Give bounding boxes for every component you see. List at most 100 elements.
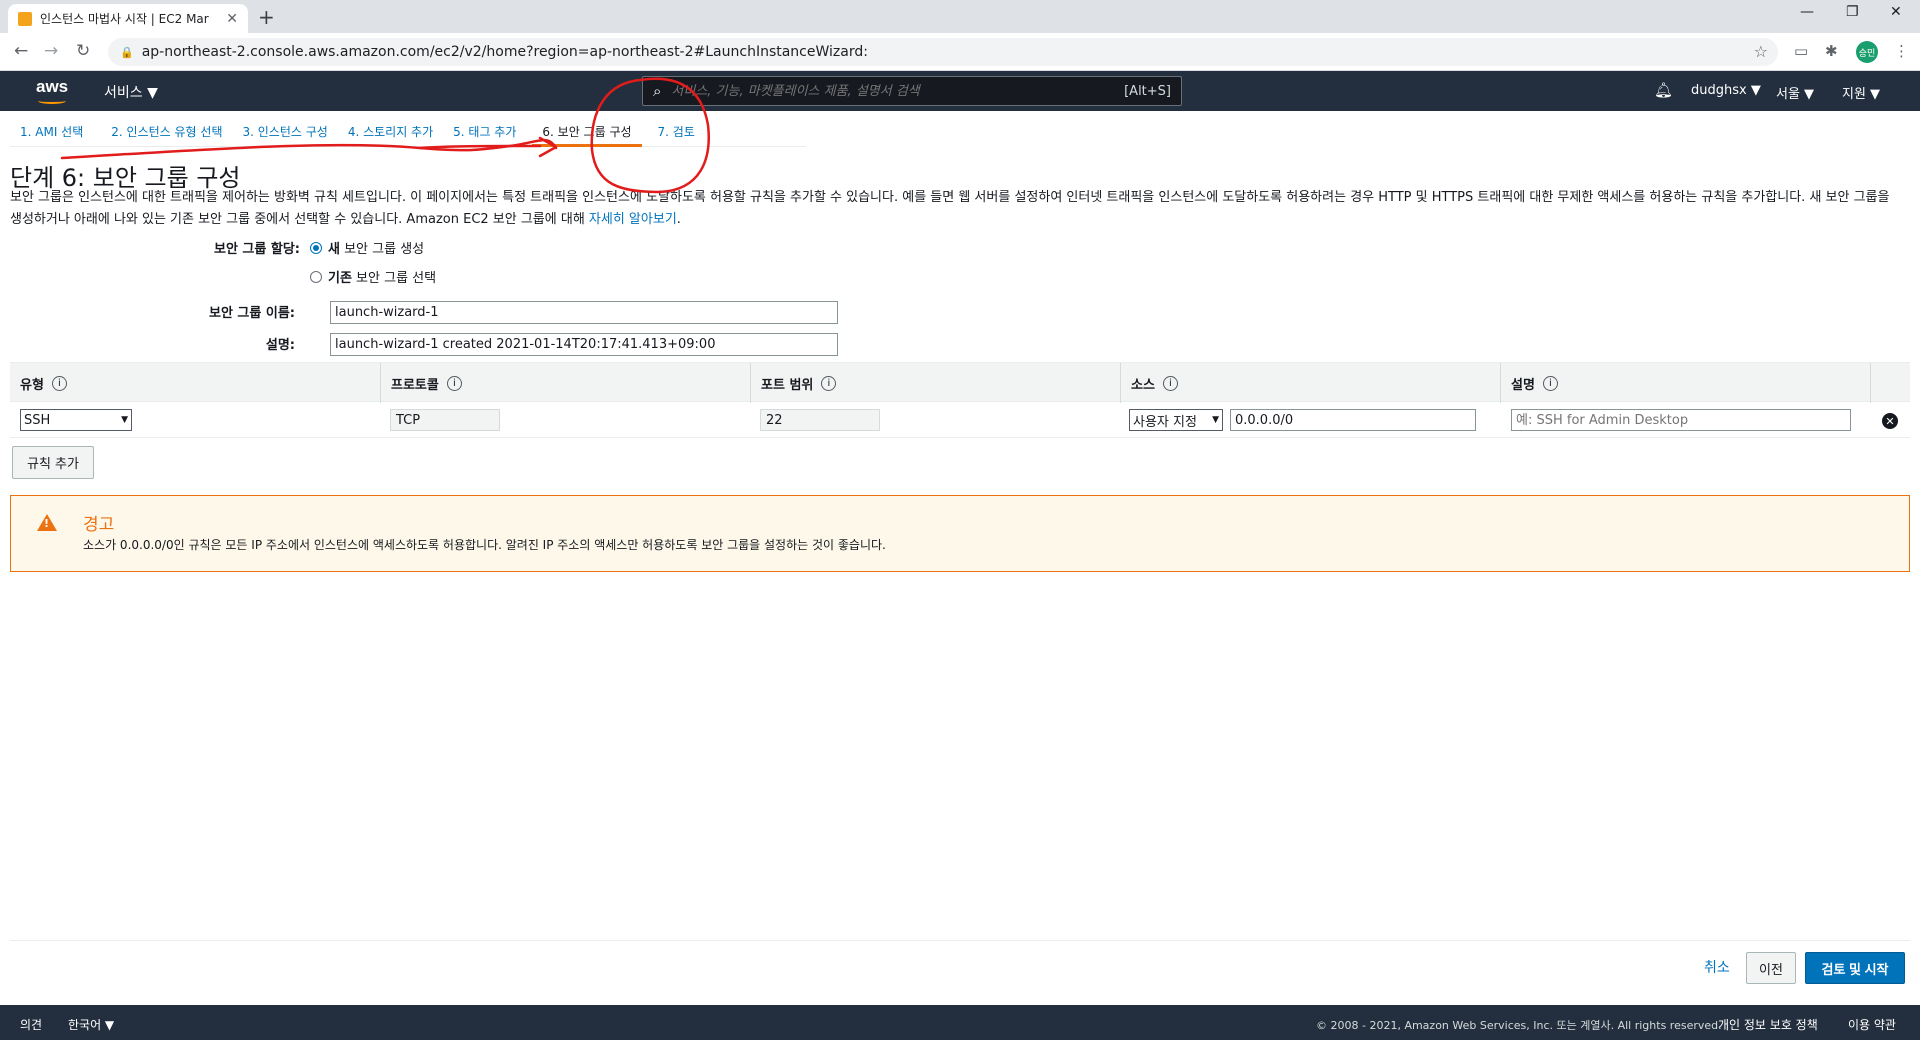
rule-type-select[interactable]: SSH ▼: [20, 409, 132, 431]
step-ami[interactable]: 1. AMI 선택: [10, 111, 93, 147]
info-icon[interactable]: i: [1542, 375, 1558, 391]
group-name-label: 보안 그룹 이름:: [208, 306, 295, 321]
warning-icon: !: [37, 514, 57, 531]
actions-divider: [10, 940, 1910, 941]
group-name-input[interactable]: [330, 301, 838, 324]
aws-search-box[interactable]: ⌕ [Alt+S]: [642, 76, 1182, 106]
rule-source-mode: 사용자 지정: [1133, 414, 1197, 430]
aws-smile-icon: [38, 98, 66, 104]
close-window-icon[interactable]: ✕: [1890, 4, 1902, 20]
cast-icon[interactable]: ▭: [1794, 42, 1808, 60]
privacy-link[interactable]: 개인 정보 보호 정책: [1718, 1016, 1818, 1033]
step-add-storage[interactable]: 4. 스토리지 추가: [338, 111, 443, 147]
notification-bell-icon[interactable]: 🔔︎: [1654, 81, 1673, 99]
add-rule-button[interactable]: 규칙 추가: [12, 446, 94, 479]
language-select[interactable]: 한국어 ▼: [68, 1016, 114, 1033]
description-text: 보안 그룹은 인스턴스에 대한 트래픽을 제어하는 방화벽 규칙 세트입니다. …: [10, 190, 1890, 227]
radio-new-bold: 새: [328, 242, 340, 257]
info-icon[interactable]: i: [821, 375, 837, 391]
step-configure-instance[interactable]: 3. 인스턴스 구성: [232, 111, 337, 147]
group-desc-input[interactable]: [330, 333, 838, 356]
feedback-link[interactable]: 의견: [20, 1016, 42, 1033]
new-tab-icon[interactable]: +: [258, 5, 275, 29]
radio-new-rest: 보안 그룹 생성: [339, 242, 425, 257]
col-description: 설명 i: [1500, 363, 1880, 403]
info-icon[interactable]: i: [1162, 375, 1178, 391]
account-menu[interactable]: dudghsx ▼: [1691, 83, 1761, 98]
extensions-icon[interactable]: ✱: [1825, 42, 1838, 60]
url-field[interactable]: 🔒 ap-northeast-2.console.aws.amazon.com/…: [108, 38, 1778, 66]
services-menu[interactable]: 서비스 ▼: [104, 82, 158, 102]
inbound-rules-table: 유형 i 프로토콜 i 포트 범위 i 소스 i 설명 i SSH ▼ TCP 22 사용자…: [10, 362, 1910, 438]
rule-type-value: SSH: [24, 412, 51, 428]
radio-unselected-icon[interactable]: [310, 270, 322, 283]
bookmark-star-icon[interactable]: ☆: [1754, 42, 1768, 61]
rule-description-input[interactable]: [1511, 409, 1851, 431]
col-type-label: 유형: [20, 377, 44, 393]
rule-protocol-field: TCP: [390, 409, 500, 431]
step-instance-type[interactable]: 2. 인스턴스 유형 선택: [101, 111, 232, 147]
col-protocol: 프로토콜 i: [380, 363, 750, 403]
aws-logo-text: aws: [36, 77, 69, 96]
col-remove: [1870, 363, 1910, 403]
browser-tab-title: 인스턴스 마법사 시작 | EC2 Mar: [40, 12, 209, 26]
region-menu[interactable]: 서울 ▼: [1776, 83, 1814, 102]
col-port-label: 포트 범위: [761, 377, 814, 393]
browser-tab[interactable]: 인스턴스 마법사 시작 | EC2 Mar ✕: [8, 4, 248, 33]
restore-icon[interactable]: ❐: [1846, 4, 1859, 20]
col-description-label: 설명: [1511, 377, 1535, 393]
step-security-group[interactable]: 6. 보안 그룹 구성: [532, 111, 642, 147]
cancel-link[interactable]: 취소: [1704, 957, 1730, 977]
radio-existing-label: 기존 보안 그룹 선택: [328, 267, 436, 286]
radio-new-group[interactable]: 새 보안 그룹 생성: [310, 238, 424, 257]
chevron-down-icon: ▼: [121, 415, 128, 425]
col-port-range: 포트 범위 i: [750, 363, 1120, 403]
group-desc-label: 설명:: [265, 338, 295, 353]
profile-avatar[interactable]: 승민: [1856, 41, 1878, 63]
radio-existing-group[interactable]: 기존 보안 그룹 선택: [310, 267, 436, 286]
reload-icon[interactable]: ↻: [76, 41, 90, 61]
aws-logo[interactable]: aws: [36, 77, 69, 104]
warning-text: 소스가 0.0.0.0/0인 규칙은 모든 IP 주소에서 인스턴스에 액세스하…: [83, 538, 886, 552]
col-protocol-label: 프로토콜: [391, 377, 439, 393]
chevron-down-icon: ▼: [1212, 415, 1219, 425]
radio-new-label: 새 보안 그룹 생성: [328, 238, 424, 257]
step-review[interactable]: 7. 검토: [648, 111, 705, 147]
lock-icon: 🔒: [120, 45, 134, 59]
radio-selected-icon[interactable]: [310, 241, 322, 254]
close-tab-icon[interactable]: ✕: [226, 11, 238, 27]
aws-search-input[interactable]: [671, 83, 1125, 99]
terms-link[interactable]: 이용 약관: [1848, 1016, 1896, 1033]
search-icon: ⌕: [653, 82, 662, 100]
description-period: .: [676, 212, 681, 227]
assign-label: 보안 그룹 할당:: [213, 242, 300, 257]
info-icon[interactable]: i: [51, 375, 67, 391]
url-text: ap-northeast-2.console.aws.amazon.com/ec…: [141, 44, 868, 60]
forward-icon[interactable]: →: [44, 41, 58, 61]
browser-address-bar: ← → ↻ 🔒 ap-northeast-2.console.aws.amazo…: [0, 33, 1920, 71]
rule-port-field: 22: [760, 409, 880, 431]
rule-source-cidr-input[interactable]: [1230, 409, 1476, 431]
radio-existing-bold: 기존: [328, 271, 352, 286]
radio-existing-rest: 보안 그룹 선택: [351, 271, 437, 286]
col-type: 유형 i: [10, 363, 380, 403]
previous-button[interactable]: 이전: [1746, 952, 1796, 984]
support-menu[interactable]: 지원 ▼: [1842, 83, 1880, 102]
learn-more-link[interactable]: 자세히 알아보기: [589, 212, 677, 227]
rule-source-select[interactable]: 사용자 지정 ▼: [1129, 409, 1223, 431]
col-source: 소스 i: [1120, 363, 1500, 403]
minimize-icon[interactable]: —: [1800, 4, 1814, 20]
page-description: 보안 그룹은 인스턴스에 대한 트래픽을 제어하는 방화벽 규칙 세트입니다. …: [10, 187, 1905, 231]
remove-rule-icon[interactable]: ✕: [1882, 413, 1898, 429]
copyright-text: © 2008 - 2021, Amazon Web Services, Inc.…: [1316, 1019, 1722, 1032]
step-add-tags[interactable]: 5. 태그 추가: [443, 111, 526, 147]
browser-menu-icon[interactable]: ⋮: [1894, 42, 1909, 60]
wizard-steps: 1. AMI 선택 2. 인스턴스 유형 선택 3. 인스턴스 구성 4. 스토…: [10, 111, 806, 147]
col-source-label: 소스: [1131, 377, 1155, 393]
review-and-launch-button[interactable]: 검토 및 시작: [1805, 952, 1905, 984]
back-icon[interactable]: ←: [14, 41, 28, 61]
table-row: SSH ▼ TCP 22 사용자 지정 ▼ ✕: [10, 402, 1910, 438]
warning-alert: ! 경고 소스가 0.0.0.0/0인 규칙은 모든 IP 주소에서 인스턴스에…: [10, 495, 1910, 572]
rules-table-header: 유형 i 프로토콜 i 포트 범위 i 소스 i 설명 i: [10, 362, 1910, 403]
info-icon[interactable]: i: [446, 375, 462, 391]
